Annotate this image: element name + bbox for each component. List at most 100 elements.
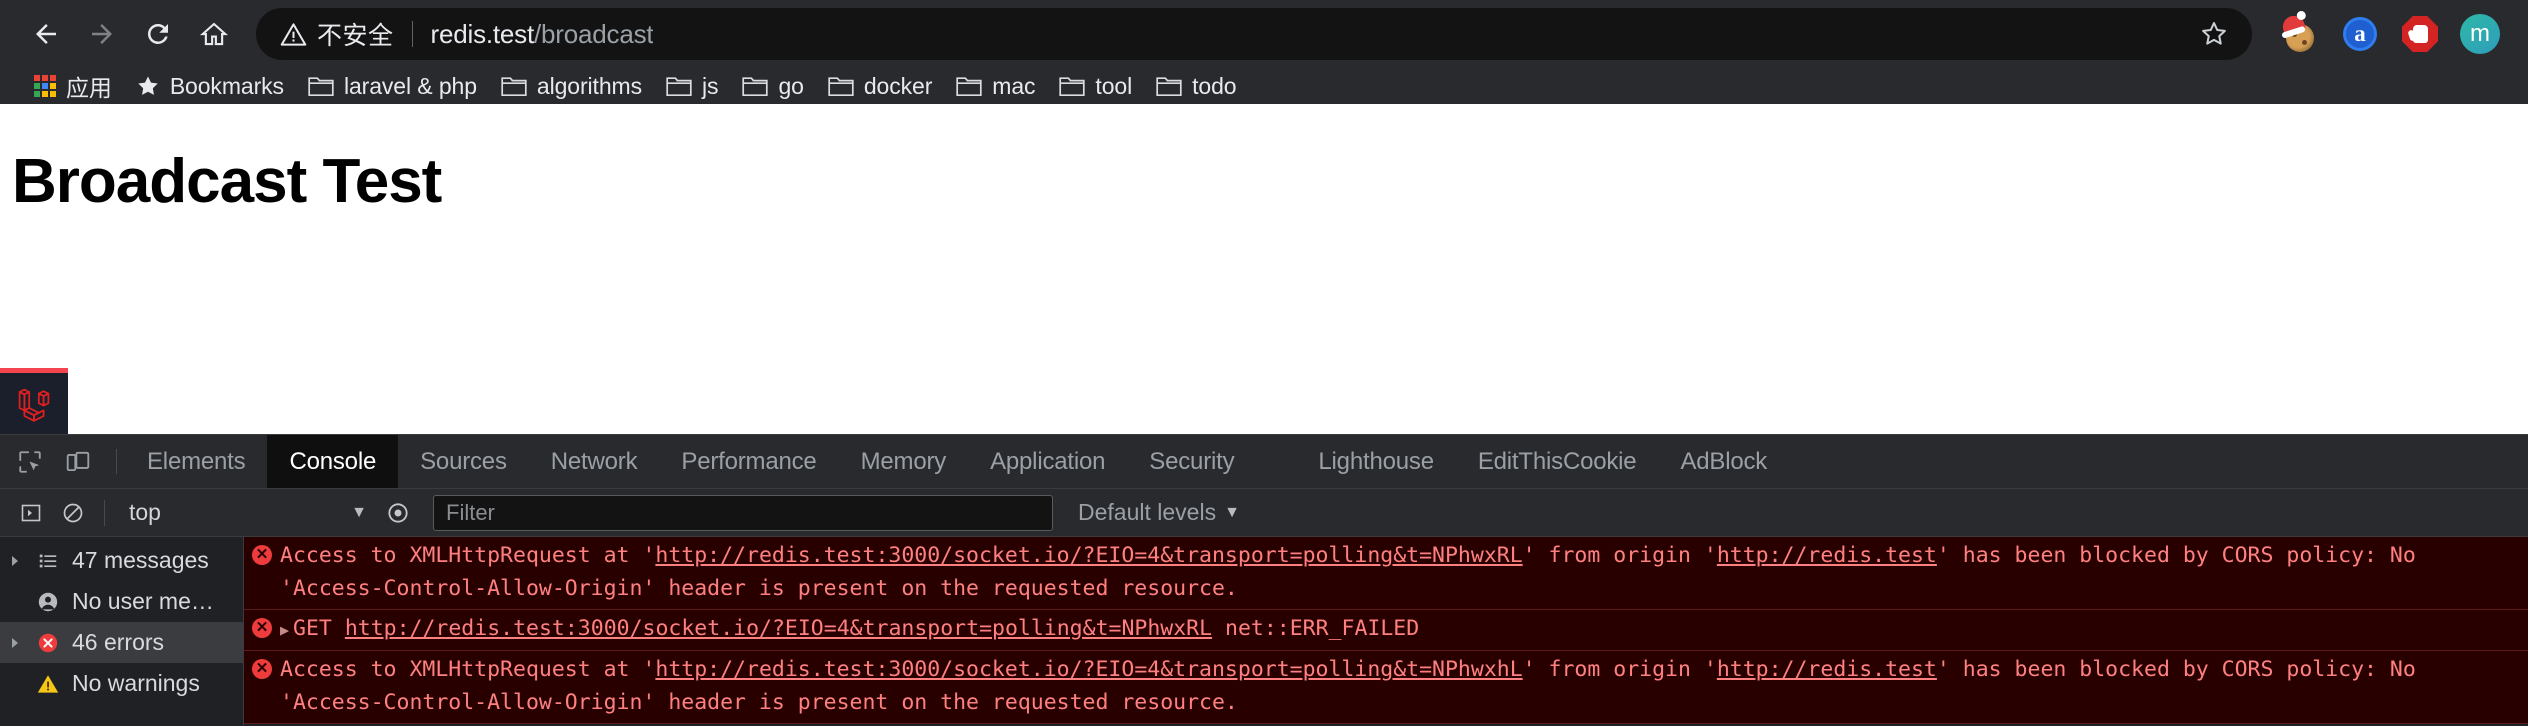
url-path: /broadcast <box>534 18 654 49</box>
devtools-tool-icons <box>0 435 108 488</box>
tab-performance[interactable]: Performance <box>659 435 838 488</box>
bookmark-item-apps[interactable]: 应用 <box>22 64 124 108</box>
tab-adblock[interactable]: AdBlock <box>1658 435 1789 488</box>
bookmark-item-tool[interactable]: tool <box>1047 68 1144 105</box>
tab-network[interactable]: Network <box>529 435 660 488</box>
bookmark-item-js[interactable]: js <box>654 68 730 105</box>
log-levels-select[interactable]: Default levels ▼ <box>1069 494 1249 531</box>
folder-icon <box>956 77 982 97</box>
error-badge-icon: ✕ <box>244 654 280 680</box>
bookmark-label: 应用 <box>66 75 112 101</box>
device-toolbar-button[interactable] <box>56 440 100 484</box>
sidebar-toggle-icon <box>21 504 41 521</box>
tab-elements[interactable]: Elements <box>125 435 267 488</box>
forward-arrow-icon <box>92 24 112 44</box>
clear-console-icon <box>63 503 83 522</box>
msg-text: Access to XMLHttpRequest at ' <box>280 543 656 568</box>
bookmark-item-mac[interactable]: mac <box>944 68 1047 105</box>
url-display[interactable]: redis.test/broadcast <box>431 19 654 50</box>
bookmark-label: go <box>778 72 804 99</box>
security-warning-chip[interactable]: 不安全 <box>280 16 394 52</box>
adblock-extension-button[interactable] <box>2390 4 2450 64</box>
browser-chrome: 不安全 redis.test/broadcast a m 应用 Bookmark… <box>0 0 2528 104</box>
bookmark-label: todo <box>1192 72 1237 99</box>
chevron-down-icon: ▼ <box>1224 503 1240 521</box>
toolbar-divider <box>116 449 117 474</box>
bookmark-item-go[interactable]: go <box>730 68 815 105</box>
msg-text: ' from origin ' <box>1522 543 1717 568</box>
expand-arrow-icon[interactable] <box>6 637 24 649</box>
tab-console[interactable]: Console <box>267 435 399 488</box>
console-message-row[interactable]: ✕ Access to XMLHttpRequest at 'http://re… <box>244 651 2528 725</box>
devtools-panel: Elements Console Sources Network Perform… <box>0 434 2528 726</box>
console-message-row[interactable]: ✕ ▶ GET http://redis.test:3000/socket.io/… <box>244 610 2528 652</box>
bookmark-label: tool <box>1095 72 1133 99</box>
bookmark-item-laravel-php[interactable]: laravel & php <box>296 68 489 105</box>
tab-application[interactable]: Application <box>968 435 1127 488</box>
tab-editthiscookie[interactable]: EditThisCookie <box>1456 435 1659 488</box>
console-body: 47 messages No user me… 46 errors No war… <box>0 537 2528 726</box>
bookmark-label: mac <box>992 72 1036 99</box>
a-extension-button[interactable]: a <box>2330 4 2390 64</box>
msg-link[interactable]: http://redis.test <box>1717 543 1937 568</box>
reload-icon <box>147 23 168 44</box>
sidebar-item-messages[interactable]: 47 messages <box>0 540 243 581</box>
sidebar-item-label: 46 errors <box>72 629 165 655</box>
console-filter-input[interactable] <box>433 494 1053 531</box>
msg-text: Access to XMLHttpRequest at ' <box>280 657 656 683</box>
bookmark-item-algorithms[interactable]: algorithms <box>489 68 654 105</box>
inspect-element-button[interactable] <box>8 440 52 484</box>
bookmark-label: algorithms <box>536 72 643 99</box>
sidebar-item-label: 47 messages <box>72 547 209 573</box>
warning-triangle-icon <box>280 22 307 46</box>
bookmark-label: js <box>702 72 719 99</box>
editthiscookie-extension-button[interactable] <box>2270 4 2330 64</box>
sidebar-item-warnings[interactable]: No warnings <box>0 663 243 704</box>
star-icon <box>138 76 158 95</box>
expand-arrow-icon[interactable] <box>6 555 24 567</box>
msg-link[interactable]: http://redis.test:3000/socket.io/?EIO=4&… <box>345 616 1212 641</box>
tab-lighthouse[interactable]: Lighthouse <box>1296 435 1455 488</box>
apps-grid-icon <box>34 75 56 97</box>
folder-icon <box>1156 77 1182 97</box>
error-icon <box>34 631 62 655</box>
folder-icon <box>308 77 334 97</box>
msg-link[interactable]: http://redis.test:3000/socket.io/?EIO=4&… <box>655 657 1522 682</box>
back-button[interactable] <box>18 6 74 62</box>
bookmark-item-docker[interactable]: docker <box>816 68 944 105</box>
bookmark-star-button[interactable] <box>2192 12 2236 56</box>
msg-text: ' from origin ' <box>1522 657 1717 683</box>
profile-avatar-button[interactable]: m <box>2450 4 2510 64</box>
forward-button[interactable] <box>74 6 130 62</box>
laravel-debugbar-toggle[interactable] <box>0 368 68 434</box>
page-viewport: Broadcast Test <box>0 104 2528 434</box>
tab-memory[interactable]: Memory <box>839 435 968 488</box>
address-bar[interactable]: 不安全 redis.test/broadcast <box>256 8 2252 60</box>
console-sidebar-toggle-button[interactable] <box>10 492 52 534</box>
bookmark-item-todo[interactable]: todo <box>1144 68 1248 105</box>
execution-context-select[interactable]: top ▼ <box>115 496 377 530</box>
stop-hand-octagon-icon <box>2402 16 2438 52</box>
tab-security[interactable]: Security <box>1127 435 1256 488</box>
sidebar-item-label: No user me… <box>72 588 214 614</box>
live-expression-button[interactable] <box>377 492 419 534</box>
list-icon <box>34 550 62 572</box>
error-badge-icon: ✕ <box>244 540 280 565</box>
cookie-icon <box>2280 12 2318 52</box>
expand-arrow-icon[interactable]: ▶ <box>280 619 289 642</box>
home-button[interactable] <box>186 6 242 62</box>
warning-icon <box>34 672 62 696</box>
sidebar-item-user-messages[interactable]: No user me… <box>0 581 243 622</box>
console-message-row[interactable]: ✕ Access to XMLHttpRequest at 'http://re… <box>244 537 2528 611</box>
tab-sources[interactable]: Sources <box>398 435 529 488</box>
reload-button[interactable] <box>130 6 186 62</box>
msg-link[interactable]: http://redis.test <box>1717 657 1937 682</box>
console-sidebar: 47 messages No user me… 46 errors No war… <box>0 537 244 726</box>
bookmark-item-bookmarks[interactable]: Bookmarks <box>124 68 296 105</box>
laravel-logo-icon <box>18 388 50 422</box>
clear-console-button[interactable] <box>52 492 94 534</box>
sidebar-item-errors[interactable]: 46 errors <box>0 622 243 663</box>
folder-icon <box>828 77 854 97</box>
msg-link[interactable]: http://redis.test:3000/socket.io/?EIO=4&… <box>655 543 1522 568</box>
console-toolbar-divider <box>104 499 105 526</box>
